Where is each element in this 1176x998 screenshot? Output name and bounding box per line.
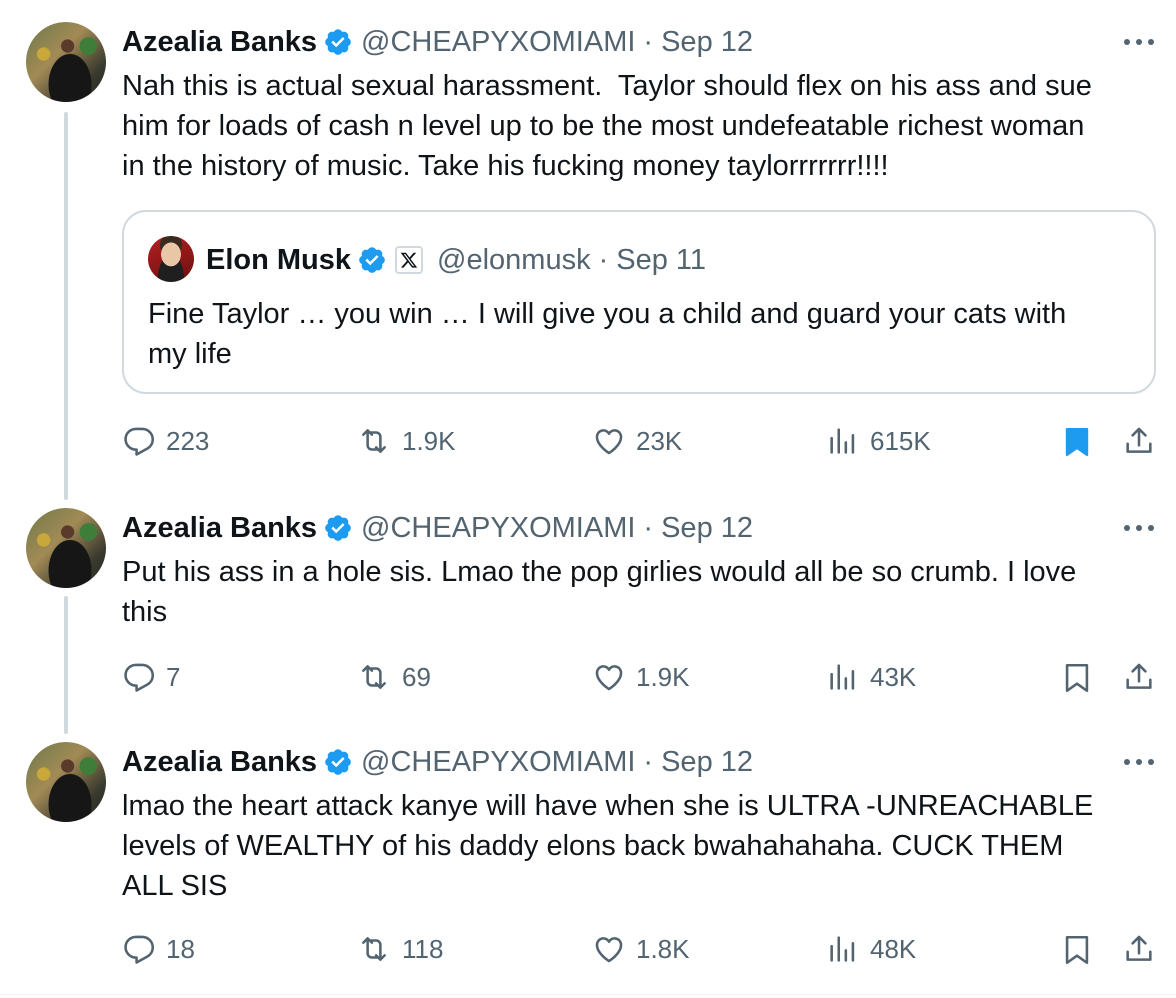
separator-dot: · [643, 511, 654, 544]
bookmark-button[interactable] [1060, 932, 1094, 968]
views-count: 615K [870, 425, 931, 456]
action-bar: 223 1.9K 23K 615K [0, 424, 1176, 460]
author-handle[interactable]: @CHEAPYXOMIAMI [361, 26, 635, 59]
verified-badge-icon [325, 29, 351, 55]
share-button[interactable] [1122, 660, 1156, 694]
more-icon[interactable] [1122, 752, 1156, 772]
views-icon [830, 664, 855, 690]
reply-count: 7 [166, 661, 181, 692]
tweet[interactable]: Azealia Banks @CHEAPYXOMIAMI · Sep 12 Na… [0, 0, 1176, 490]
tweet-date[interactable]: Sep 12 [661, 26, 753, 59]
like-button[interactable]: 1.9K [592, 660, 690, 694]
views-icon [830, 936, 855, 962]
like-count: 1.8K [636, 933, 690, 964]
reply-count: 18 [166, 933, 195, 964]
views-button[interactable]: 43K [826, 660, 916, 694]
reply-button[interactable]: 18 [122, 932, 195, 966]
author-name[interactable]: Azealia Banks [122, 512, 317, 545]
more-icon[interactable] [1122, 518, 1156, 538]
like-icon [595, 937, 623, 963]
repost-button[interactable]: 1.9K [356, 424, 456, 458]
like-count: 23K [636, 425, 683, 456]
tweet-date[interactable]: Sep 12 [661, 512, 753, 545]
tweet-text: Nah this is actual sexual harassment. Ta… [122, 70, 1092, 182]
repost-count: 1.9K [402, 425, 456, 456]
verified-badge-icon [325, 749, 351, 775]
quote-author-handle[interactable]: @elonmusk [437, 244, 591, 277]
reply-count: 223 [166, 425, 210, 456]
tweet-header: Azealia Banks @CHEAPYXOMIAMI · Sep 12 [122, 22, 753, 62]
repost-icon [362, 429, 386, 453]
separator-dot: · [598, 243, 609, 276]
separator-dot: · [643, 745, 654, 778]
bookmark-button[interactable] [1060, 660, 1094, 696]
share-icon [1126, 935, 1152, 961]
avatar[interactable] [26, 22, 106, 102]
quoted-tweet[interactable]: Elon Musk @elonmusk · Sep 11 Fine Taylor… [122, 210, 1156, 394]
tweet[interactable]: Azealia Banks @CHEAPYXOMIAMI · Sep 12 Pu… [0, 490, 1176, 726]
x-logo-icon [395, 246, 424, 274]
like-button[interactable]: 23K [592, 424, 682, 458]
share-button[interactable] [1122, 932, 1156, 966]
avatar[interactable] [26, 508, 106, 588]
verified-badge-icon [359, 247, 385, 273]
tweet-date[interactable]: Sep 12 [661, 746, 753, 779]
bookmark-icon [1065, 663, 1089, 693]
bottom-divider [0, 994, 1176, 995]
tweet[interactable]: Azealia Banks @CHEAPYXOMIAMI · Sep 12 lm… [0, 726, 1176, 998]
quote-date[interactable]: Sep 11 [616, 244, 706, 277]
tweet-header: Azealia Banks @CHEAPYXOMIAMI · Sep 12 [122, 742, 753, 782]
tweet-text: Put his ass in a hole sis. Lmao the pop … [122, 556, 1077, 628]
author-handle[interactable]: @CHEAPYXOMIAMI [361, 746, 635, 779]
like-icon [595, 665, 623, 691]
quote-header: Elon Musk @elonmusk · Sep 11 [206, 240, 706, 280]
repost-icon [362, 665, 386, 689]
reply-icon [124, 663, 155, 692]
repost-button[interactable]: 69 [356, 660, 431, 694]
reply-icon [124, 427, 155, 456]
tweet-header: Azealia Banks @CHEAPYXOMIAMI · Sep 12 [122, 508, 753, 548]
repost-count: 69 [402, 661, 431, 692]
bookmark-icon [1065, 427, 1089, 457]
views-button[interactable]: 48K [826, 932, 916, 966]
avatar[interactable] [148, 236, 194, 282]
tweet-text: lmao the heart attack kanye will have wh… [122, 790, 1094, 902]
like-count: 1.9K [636, 661, 690, 692]
author-handle[interactable]: @CHEAPYXOMIAMI [361, 512, 635, 545]
views-button[interactable]: 615K [826, 424, 931, 458]
share-button[interactable] [1122, 424, 1156, 458]
verified-badge-icon [325, 515, 351, 541]
reply-button[interactable]: 7 [122, 660, 180, 694]
more-icon[interactable] [1122, 32, 1156, 52]
action-bar: 18 118 1.8K 48K [0, 932, 1176, 968]
author-name[interactable]: Azealia Banks [122, 26, 317, 59]
share-icon [1126, 663, 1152, 689]
reply-icon [124, 935, 155, 964]
bookmark-icon [1065, 935, 1089, 965]
avatar[interactable] [26, 742, 106, 822]
like-icon [595, 429, 623, 455]
views-count: 43K [870, 661, 917, 692]
share-icon [1126, 427, 1152, 453]
action-bar: 7 69 1.9K 43K [0, 660, 1176, 696]
author-name[interactable]: Azealia Banks [122, 746, 317, 779]
like-button[interactable]: 1.8K [592, 932, 690, 966]
repost-count: 118 [402, 933, 444, 964]
views-icon [830, 428, 855, 454]
quote-text: Fine Taylor … you win … I will give you … [148, 298, 1067, 370]
repost-button[interactable]: 118 [356, 932, 443, 966]
separator-dot: · [643, 25, 654, 58]
repost-icon [362, 937, 386, 961]
quote-author-name[interactable]: Elon Musk [206, 244, 351, 277]
views-count: 48K [870, 933, 917, 964]
bookmark-button[interactable] [1060, 424, 1094, 460]
reply-button[interactable]: 223 [122, 424, 209, 458]
